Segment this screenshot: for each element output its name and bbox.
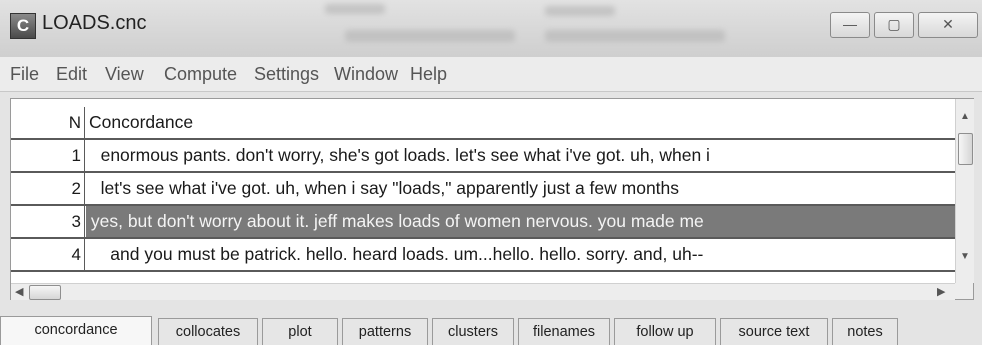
- menu-help[interactable]: Help: [410, 64, 447, 85]
- scroll-up-arrow-icon[interactable]: ▲: [956, 111, 974, 122]
- tab-bar: concordance collocates plot patterns clu…: [0, 316, 982, 345]
- vertical-scroll-thumb[interactable]: [958, 133, 973, 165]
- scroll-left-arrow-icon[interactable]: ◀: [15, 284, 23, 300]
- horizontal-scroll-thumb[interactable]: [29, 285, 61, 300]
- row-number: 4: [11, 239, 85, 270]
- menu-edit[interactable]: Edit: [56, 64, 87, 85]
- row-number: 3: [11, 206, 85, 237]
- table-row[interactable]: 1 enormous pants. don't worry, she's got…: [11, 140, 955, 173]
- close-button[interactable]: ✕: [918, 12, 978, 38]
- table-row[interactable]: 2 let's see what i've got. uh, when i sa…: [11, 173, 955, 206]
- tab-collocates[interactable]: collocates: [158, 318, 258, 345]
- scroll-right-arrow-icon[interactable]: ▶: [937, 284, 945, 300]
- scrollbar-corner: [955, 283, 973, 299]
- menu-settings[interactable]: Settings: [254, 64, 319, 85]
- menu-window[interactable]: Window: [334, 64, 398, 85]
- background-blur: [345, 30, 515, 42]
- window-title: LOADS.cnc: [42, 12, 147, 34]
- menu-file[interactable]: File: [10, 64, 39, 85]
- table-row-selected[interactable]: 3 yes, but don't worry about it. jeff ma…: [11, 206, 955, 239]
- tab-clusters[interactable]: clusters: [432, 318, 514, 345]
- background-blur: [545, 30, 725, 42]
- header-row: N Concordance: [11, 107, 955, 140]
- concordance-line[interactable]: and you must be patrick. hello. heard lo…: [86, 239, 955, 270]
- concordance-line[interactable]: enormous pants. don't worry, she's got l…: [86, 140, 955, 171]
- app-icon: C: [10, 13, 36, 39]
- menu-bar: File Edit View Compute Settings Window H…: [0, 56, 982, 92]
- horizontal-scrollbar[interactable]: ◀ ▶: [11, 283, 955, 300]
- menu-compute[interactable]: Compute: [164, 64, 237, 85]
- concordance-grid: N Concordance 1 enormous pants. don't wo…: [11, 99, 955, 283]
- table-row[interactable]: 4 and you must be patrick. hello. heard …: [11, 239, 955, 272]
- tab-notes[interactable]: notes: [832, 318, 898, 345]
- vertical-scrollbar[interactable]: ▲ ▼: [955, 99, 974, 283]
- tab-patterns[interactable]: patterns: [342, 318, 428, 345]
- concordance-line[interactable]: yes, but don't worry about it. jeff make…: [86, 206, 955, 237]
- tab-source-text[interactable]: source text: [720, 318, 828, 345]
- row-number: 2: [11, 173, 85, 204]
- background-blur: [325, 4, 385, 14]
- row-number: 1: [11, 140, 85, 171]
- background-blur: [545, 6, 615, 16]
- menu-view[interactable]: View: [105, 64, 144, 85]
- column-header-n[interactable]: N: [11, 107, 85, 138]
- maximize-button[interactable]: ▢: [874, 12, 914, 38]
- tab-concordance[interactable]: concordance: [0, 316, 152, 345]
- scroll-down-arrow-icon[interactable]: ▼: [956, 251, 974, 262]
- concordance-line[interactable]: let's see what i've got. uh, when i say …: [86, 173, 955, 204]
- title-bar: C LOADS.cnc — ▢ ✕: [0, 0, 982, 56]
- tab-plot[interactable]: plot: [262, 318, 338, 345]
- minimize-button[interactable]: —: [830, 12, 870, 38]
- column-header-concordance[interactable]: Concordance: [86, 107, 955, 138]
- tab-follow-up[interactable]: follow up: [614, 318, 716, 345]
- concordance-panel: N Concordance 1 enormous pants. don't wo…: [10, 98, 974, 300]
- tab-filenames[interactable]: filenames: [518, 318, 610, 345]
